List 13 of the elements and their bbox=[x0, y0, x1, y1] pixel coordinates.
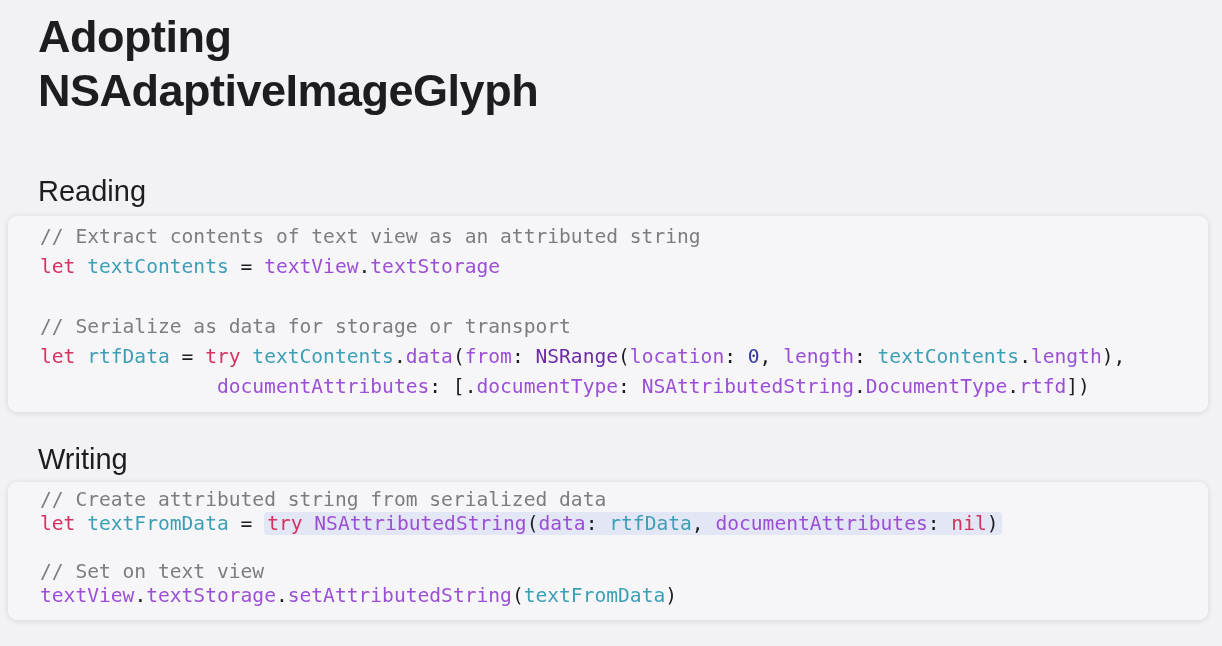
code-line: let textContents = textView.textStorage bbox=[40, 255, 501, 278]
code-line: let rtfData = try textContents.data(from: NSRange(location: 0, length: textContents.length), bbox=[40, 345, 1126, 368]
code-line: // Create attributed string from serialized data bbox=[40, 488, 607, 511]
code-line: textView.textStorage.setAttributedString(textFromData) bbox=[40, 584, 678, 607]
code-line: documentAttributes: [.documentType: NSAttributedString.DocumentType.rtfd]) bbox=[216, 375, 1090, 398]
code-line: let textFromData = bbox=[40, 512, 254, 535]
code-line: // Extract contents of text view as an attributed string bbox=[40, 225, 701, 248]
code-line: // Serialize as data for storage or transport bbox=[40, 315, 571, 338]
code-line: // Set on text view bbox=[40, 560, 265, 583]
slide-title: Adopting NSAdaptiveImageGlyph bbox=[38, 10, 540, 118]
section-heading: Reading bbox=[38, 174, 148, 208]
section-heading: Writing bbox=[38, 442, 129, 476]
highlighted-code: try NSAttributedString(data: rtfData, documentAttributes: nil) bbox=[264, 512, 1002, 535]
